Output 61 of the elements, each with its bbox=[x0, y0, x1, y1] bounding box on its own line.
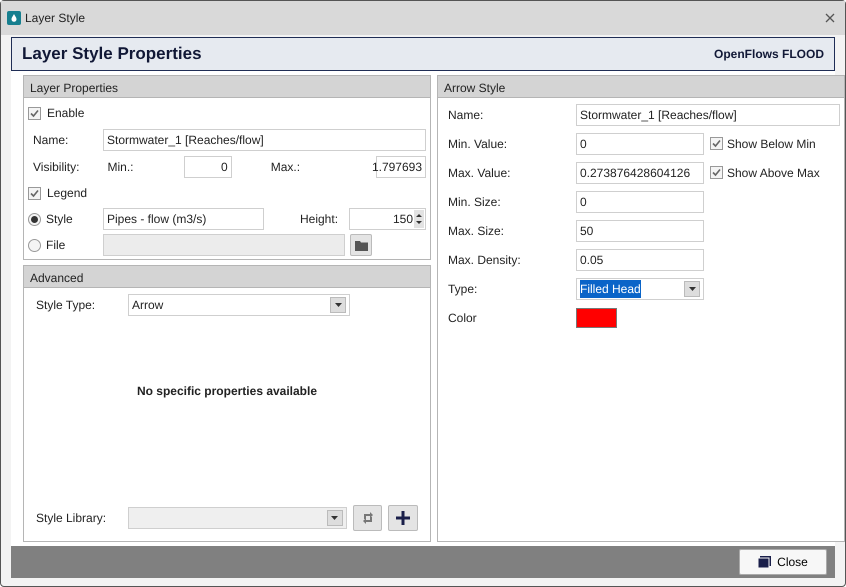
checkbox[interactable] bbox=[710, 166, 723, 179]
min-field[interactable]: 0 bbox=[184, 156, 232, 178]
folder-icon bbox=[354, 240, 368, 250]
field-label: Name: bbox=[32, 132, 70, 149]
close-icon[interactable] bbox=[825, 13, 835, 23]
input-field[interactable]: 0 bbox=[576, 190, 704, 212]
file-field[interactable] bbox=[103, 234, 345, 256]
radio-button[interactable] bbox=[28, 212, 41, 226]
field-label: Min. Value: bbox=[448, 136, 508, 152]
product-name: OpenFlows FLOOD bbox=[714, 46, 824, 63]
field-label: Max. Size: bbox=[448, 222, 506, 240]
field-label: Color bbox=[448, 310, 478, 326]
refresh-button[interactable] bbox=[352, 505, 382, 531]
type-dropdown[interactable]: Filled Head bbox=[576, 278, 704, 300]
input-field[interactable]: 0.273876428604126 bbox=[576, 162, 704, 184]
style-type-dropdown[interactable]: Arrow bbox=[128, 294, 350, 316]
field-label: Height: bbox=[300, 211, 340, 228]
panel-header: Advanced bbox=[24, 266, 430, 288]
field-label: Max. Value: bbox=[448, 164, 512, 182]
field-label: Visibility: bbox=[32, 159, 80, 176]
panel-header: Arrow Style bbox=[438, 76, 844, 98]
name-field[interactable]: Stormwater_1 [Reaches/flow] bbox=[103, 129, 426, 151]
height-spinner[interactable]: 150 bbox=[349, 208, 426, 230]
field-label: Type: bbox=[448, 280, 478, 298]
radio-label: File bbox=[46, 237, 66, 254]
window-title: Layer Style bbox=[25, 10, 86, 27]
color-swatch[interactable] bbox=[576, 308, 617, 328]
field-label: Name: bbox=[448, 106, 484, 124]
panel-header: Layer Properties bbox=[24, 76, 430, 98]
field-label: Min. Size: bbox=[448, 194, 502, 210]
field-label: Style Library: bbox=[36, 510, 108, 527]
style-field[interactable]: Pipes - flow (m3/s) bbox=[103, 208, 264, 230]
app-icon bbox=[7, 11, 21, 25]
radio-label: Style bbox=[46, 211, 74, 228]
folder-button[interactable] bbox=[350, 234, 372, 256]
checkbox[interactable] bbox=[28, 106, 41, 120]
checkbox-label: Legend bbox=[47, 185, 88, 202]
refresh-icon bbox=[360, 511, 375, 525]
checkbox-label: Enable bbox=[47, 105, 84, 122]
input-field[interactable]: 0 bbox=[576, 132, 704, 154]
radio-button[interactable] bbox=[28, 238, 41, 252]
field-label: Min.: bbox=[108, 159, 135, 176]
field-label: Style Type: bbox=[36, 297, 96, 314]
spinner-arrows-icon bbox=[414, 210, 424, 228]
window-icon bbox=[758, 556, 772, 568]
close-button[interactable]: Close bbox=[739, 549, 827, 575]
add-button[interactable] bbox=[388, 505, 418, 531]
dialog-heading: Layer Style Properties bbox=[22, 43, 202, 66]
checkbox[interactable] bbox=[28, 186, 41, 200]
checkbox[interactable] bbox=[710, 137, 723, 150]
field-label: Max. Density: bbox=[448, 252, 522, 268]
input-field[interactable]: Stormwater_1 [Reaches/flow] bbox=[576, 104, 840, 126]
checkbox-label: Show Above Max bbox=[727, 164, 820, 182]
input-field[interactable]: 0.05 bbox=[576, 248, 704, 270]
caret-icon bbox=[330, 297, 346, 313]
plus-icon bbox=[396, 511, 410, 525]
empty-message: No specific properties available bbox=[136, 382, 318, 400]
checkbox-label: Show Below Min bbox=[727, 136, 816, 152]
input-field[interactable]: 50 bbox=[576, 220, 704, 242]
caret-icon bbox=[326, 510, 343, 526]
caret-icon bbox=[684, 280, 700, 296]
